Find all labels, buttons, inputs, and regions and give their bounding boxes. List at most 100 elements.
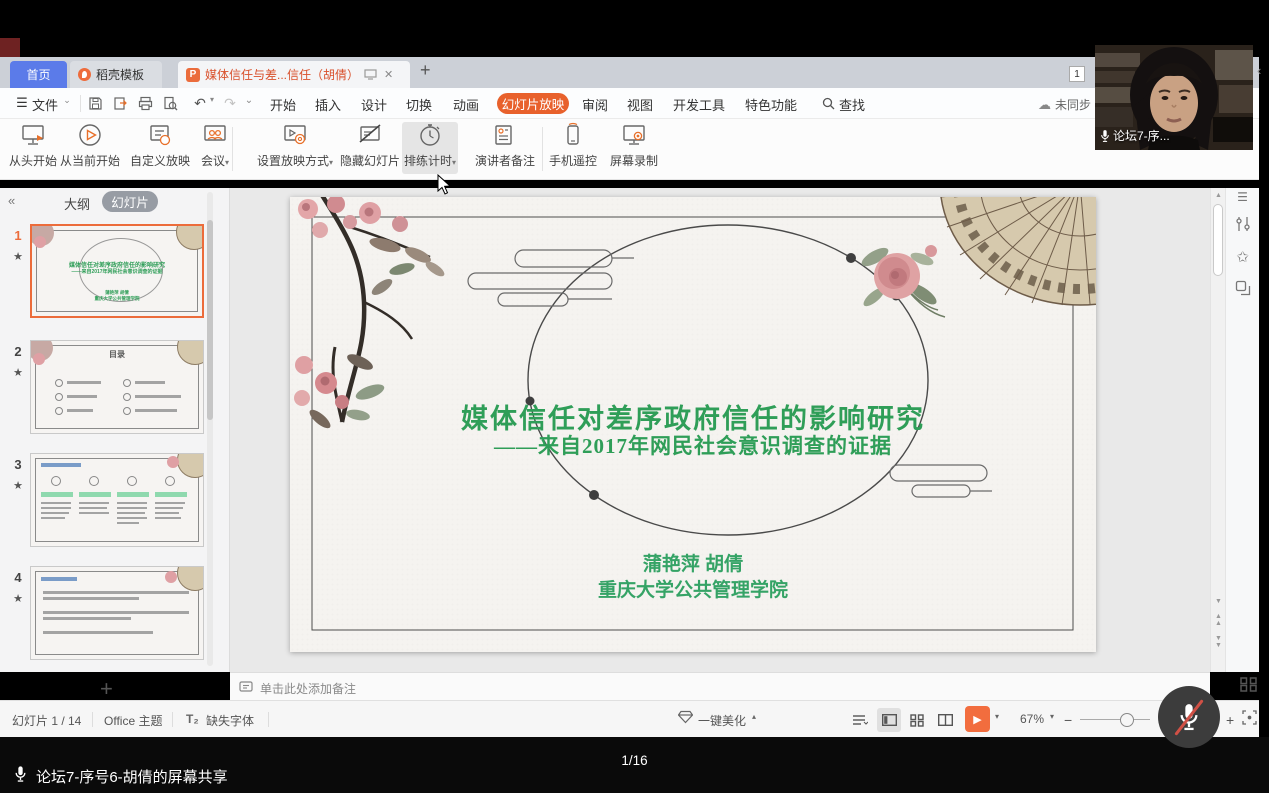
- menu-design[interactable]: 设计: [361, 95, 387, 114]
- slide-thumbnail-3[interactable]: [30, 453, 204, 547]
- export-icon[interactable]: [113, 96, 128, 114]
- panel-scrollbar[interactable]: [207, 192, 213, 666]
- menu-slideshow-active[interactable]: 幻灯片放映: [497, 93, 569, 114]
- previous-slide-icon2[interactable]: ▲: [1211, 620, 1226, 627]
- new-tab-button[interactable]: +: [420, 60, 431, 81]
- undo-caret-icon[interactable]: ▾: [210, 95, 214, 104]
- save-icon[interactable]: [88, 96, 103, 114]
- tab-home[interactable]: 首页: [10, 61, 67, 88]
- slide-subtitle[interactable]: ——来自2017年网民社会意识调查的证据: [290, 430, 1096, 460]
- setup-show-button[interactable]: 设置放映方式▾: [257, 122, 333, 169]
- menu-home[interactable]: 开始: [270, 95, 296, 114]
- next-slide-icon[interactable]: ▼: [1211, 635, 1226, 642]
- speaker-notes-button[interactable]: 演讲者备注: [475, 122, 535, 169]
- reading-view-icon[interactable]: [933, 708, 957, 732]
- more-commands-icon[interactable]: ⌄: [245, 95, 253, 106]
- scroll-up-icon[interactable]: ▲: [1211, 192, 1226, 199]
- slide-sorter-icon[interactable]: [905, 708, 929, 732]
- zoom-slider-knob[interactable]: [1120, 713, 1134, 727]
- screen-share-label: 论坛7-序号6-胡倩的屏幕共享: [36, 766, 228, 787]
- collapse-sidebar-icon[interactable]: ‹: [1257, 63, 1261, 78]
- scroll-down-icon[interactable]: ▼: [1211, 598, 1226, 605]
- add-slide-button[interactable]: +: [100, 676, 113, 702]
- right-tools-panel: ☰ ✩: [1225, 188, 1259, 672]
- undo-icon[interactable]: ↶: [194, 95, 206, 112]
- fit-slide-icon[interactable]: [1242, 710, 1257, 728]
- notes-bar[interactable]: 单击此处添加备注: [230, 672, 1210, 700]
- menu-transition[interactable]: 切换: [406, 95, 432, 114]
- panel-handle-icon[interactable]: ☰: [1237, 190, 1248, 204]
- play-slideshow-button[interactable]: ▶: [965, 706, 990, 732]
- object-properties-icon[interactable]: [1235, 216, 1251, 235]
- zoom-in-icon[interactable]: +: [1226, 712, 1234, 728]
- play-caret-icon[interactable]: ▾: [995, 712, 999, 721]
- menu-insert[interactable]: 插入: [315, 95, 341, 114]
- menu-find[interactable]: 查找: [839, 95, 865, 114]
- next-slide-icon2[interactable]: ▼: [1211, 642, 1226, 649]
- zoom-level[interactable]: 67%: [1020, 712, 1044, 726]
- menu-animation[interactable]: 动画: [453, 95, 479, 114]
- slide-panel: « 大纲 幻灯片 1 ★ 媒体信任对差序政府信任的影响研究 ——来自2017年网…: [0, 188, 230, 672]
- thumb-flower-deco: [165, 571, 177, 583]
- beautify-label[interactable]: 一键美化: [698, 712, 746, 729]
- screen-record-button[interactable]: 屏幕录制: [610, 122, 658, 169]
- slide-thumbnail-1[interactable]: 媒体信任对差序政府信任的影响研究 ——来自2017年网民社会意识调查的证据 蒲艳…: [30, 224, 204, 318]
- rehearse-timing-button[interactable]: 排练计时▾: [404, 122, 456, 169]
- main-scrollbar[interactable]: ▲ ▼ ▲ ▲ ▼ ▼: [1210, 188, 1225, 672]
- play-icon: ▶: [973, 713, 981, 726]
- slide-counter: 幻灯片 1 / 14: [12, 712, 81, 729]
- menu-view[interactable]: 视图: [627, 95, 653, 114]
- file-menu[interactable]: 文件: [32, 95, 58, 114]
- hide-slide-button[interactable]: 隐藏幻灯片: [340, 122, 400, 169]
- caret-down-icon: ▾: [329, 158, 333, 167]
- slide-thumbnail-2[interactable]: 目录: [30, 340, 204, 434]
- slide-canvas[interactable]: 媒体信任对差序政府信任的影响研究 ——来自2017年网民社会意识调查的证据 蒲艳…: [290, 197, 1096, 652]
- thumb-toc-title: 目录: [31, 349, 203, 360]
- menu-features[interactable]: 特色功能: [745, 95, 797, 114]
- menu-devtools[interactable]: 开发工具: [673, 95, 725, 114]
- caret-down-icon: ▾: [225, 158, 229, 167]
- mute-mic-button[interactable]: [1158, 686, 1220, 748]
- divider: [542, 127, 543, 171]
- search-icon[interactable]: [822, 97, 835, 113]
- tab-close-icon[interactable]: ✕: [384, 68, 393, 81]
- webcam-video[interactable]: 论坛7-序...: [1095, 45, 1253, 150]
- tab-docer-templates[interactable]: 稻壳模板: [70, 61, 162, 88]
- present-mode-icon[interactable]: [364, 69, 377, 80]
- animation-star-icon: ★: [10, 250, 26, 263]
- slide-thumbnail-4[interactable]: [30, 566, 204, 660]
- animation-pane-icon[interactable]: ✩: [1236, 248, 1249, 266]
- scrollbar-thumb[interactable]: [1213, 204, 1223, 276]
- hamburger-icon[interactable]: ☰: [16, 95, 28, 111]
- custom-show-button[interactable]: 自定义放映: [130, 122, 190, 169]
- slides-tab-active[interactable]: 幻灯片: [102, 191, 158, 212]
- tab-document[interactable]: P 媒体信任与差...信任（胡倩） ✕: [178, 61, 410, 88]
- print-preview-icon[interactable]: [163, 96, 178, 114]
- print-icon[interactable]: [138, 96, 153, 114]
- phone-remote-button[interactable]: 手机遥控: [549, 122, 597, 169]
- meeting-label: 会议▾: [201, 152, 229, 169]
- divider: [172, 712, 173, 727]
- meeting-button[interactable]: 会议▾: [201, 122, 229, 169]
- beautify-icon[interactable]: [678, 710, 693, 727]
- tab-docer-label: 稻壳模板: [96, 66, 144, 83]
- slide-authors[interactable]: 蒲艳萍 胡倩: [290, 549, 1096, 576]
- slide-layout-grid-icon[interactable]: [1240, 677, 1257, 695]
- outline-tab[interactable]: 大纲: [64, 194, 90, 213]
- play-from-current-label: 从当前开始: [60, 152, 120, 169]
- zoom-out-icon[interactable]: −: [1064, 712, 1072, 728]
- normal-view-icon[interactable]: [877, 708, 901, 732]
- missing-font-label[interactable]: 缺失字体: [206, 712, 254, 729]
- play-from-current-button[interactable]: 从当前开始: [60, 122, 120, 169]
- redo-icon[interactable]: ↷: [224, 95, 236, 112]
- play-from-start-button[interactable]: 从头开始: [9, 122, 57, 169]
- notes-toggle-icon[interactable]: [848, 708, 872, 732]
- zoom-slider-track[interactable]: [1080, 719, 1150, 720]
- menu-review[interactable]: 审阅: [582, 95, 608, 114]
- collapse-panel-icon[interactable]: «: [8, 193, 15, 208]
- sync-status[interactable]: ☁ 未同步: [1038, 96, 1091, 113]
- theme-name[interactable]: Office 主题: [104, 712, 162, 729]
- previous-slide-icon[interactable]: ▲: [1211, 613, 1226, 620]
- slide-affiliation[interactable]: 重庆大学公共管理学院: [290, 575, 1096, 602]
- selection-pane-icon[interactable]: [1235, 280, 1251, 299]
